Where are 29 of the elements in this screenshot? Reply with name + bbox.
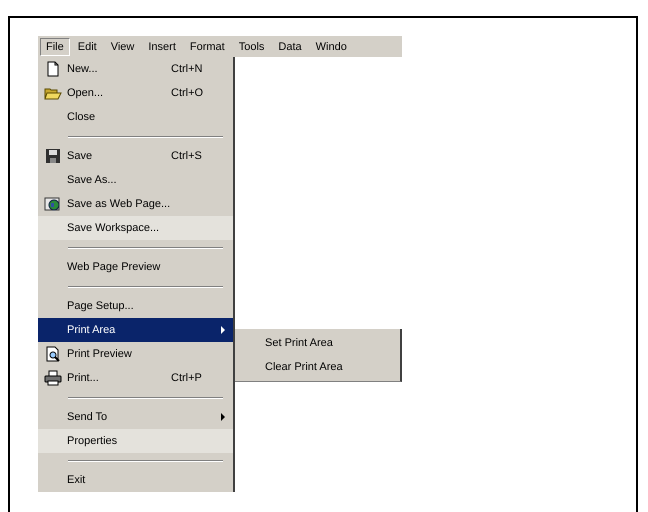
menu-item[interactable]: Properties	[38, 429, 233, 453]
menu-item[interactable]: Open... Ctrl+O	[38, 81, 233, 105]
page-icon	[44, 61, 60, 77]
menu-title[interactable]: File	[40, 38, 70, 56]
menu-item[interactable]: Page Setup...	[38, 294, 233, 318]
menu-title[interactable]: Windo	[310, 38, 353, 56]
web-page-icon	[44, 196, 62, 212]
menu-title[interactable]: Tools	[232, 38, 270, 56]
menu-title[interactable]: View	[104, 38, 140, 56]
printer-icon	[44, 370, 62, 386]
menu-item[interactable]: Print Preview	[38, 342, 233, 366]
menu-title[interactable]: Format	[184, 38, 231, 56]
menu-title[interactable]: Insert	[142, 38, 182, 56]
menu-item[interactable]: Save As...	[38, 168, 233, 192]
menu-item[interactable]: Print Area	[38, 318, 233, 342]
menu-item[interactable]: Print... Ctrl+P	[38, 366, 233, 390]
menu-item[interactable]: Save Workspace...	[38, 216, 233, 240]
menu-item[interactable]: Clear Print Area	[235, 355, 400, 379]
menu-item[interactable]: Save as Web Page...	[38, 192, 233, 216]
menu-title[interactable]: Edit	[72, 38, 103, 56]
menu-item[interactable]: Save Ctrl+S	[38, 144, 233, 168]
menu-item[interactable]: Exit	[38, 468, 233, 492]
menu-item[interactable]: Set Print Area	[235, 331, 400, 355]
menu-item[interactable]: Web Page Preview	[38, 255, 233, 279]
menu-title[interactable]: Data	[272, 38, 308, 56]
print-preview-icon	[44, 346, 60, 362]
menu-item[interactable]: Close	[38, 105, 233, 129]
menu-item[interactable]: Send To	[38, 405, 233, 429]
menu-item[interactable]: New... Ctrl+N	[38, 57, 233, 81]
